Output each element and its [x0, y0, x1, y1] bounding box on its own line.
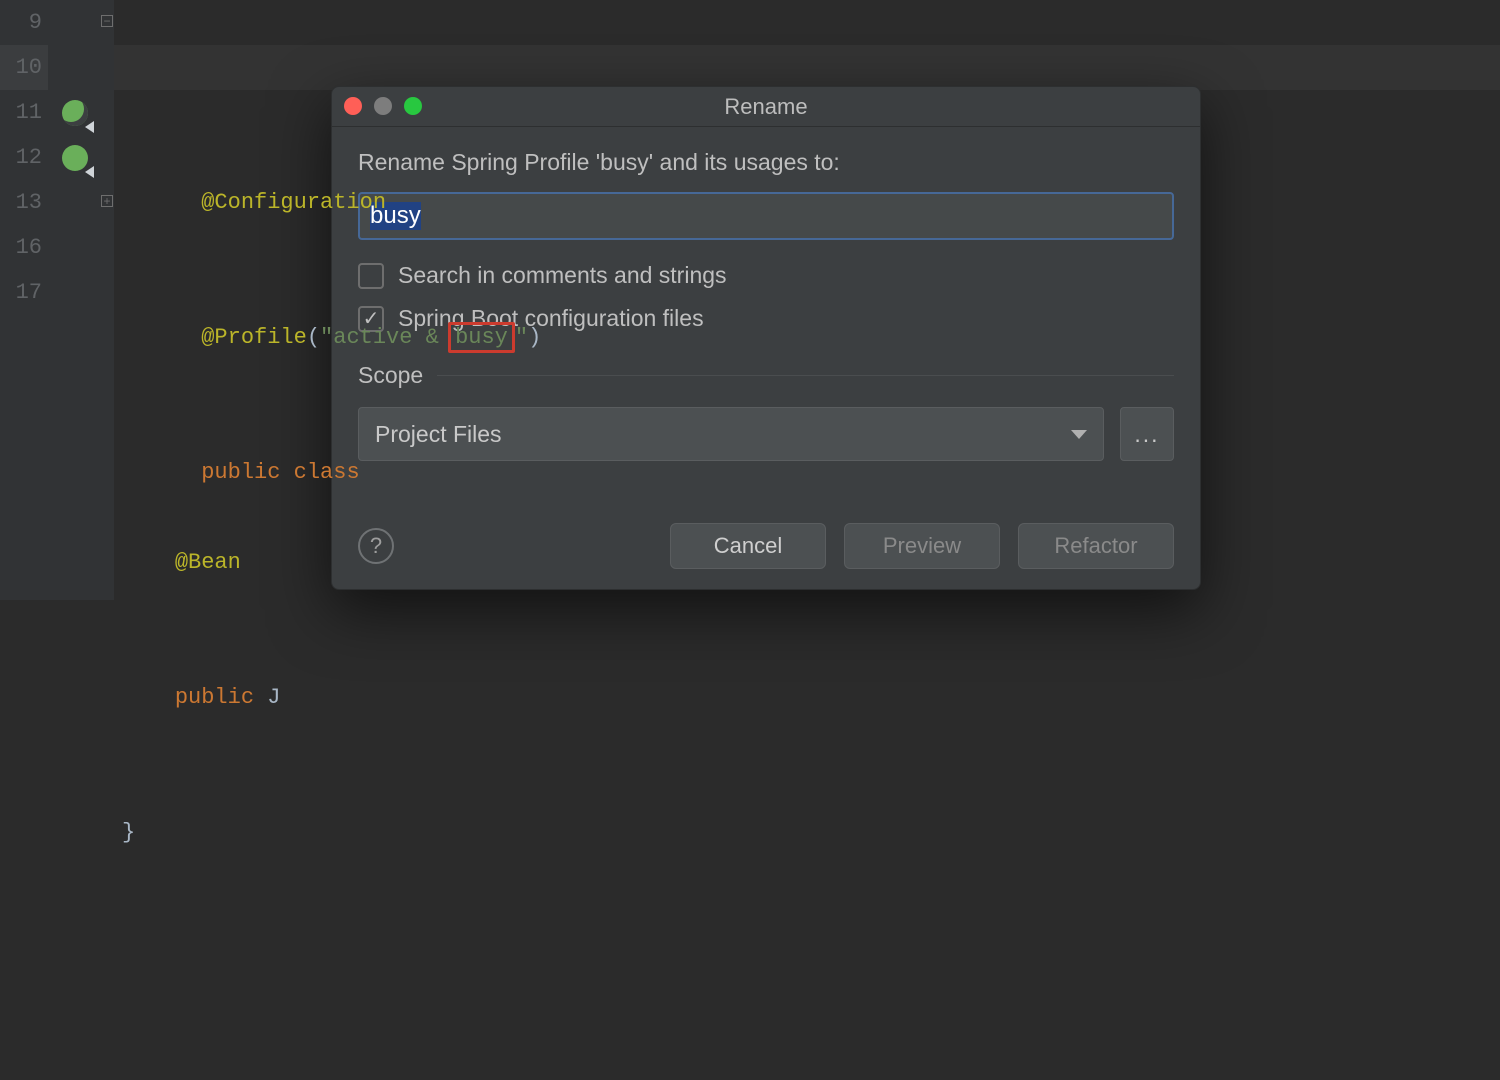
brace: } — [122, 820, 135, 845]
divider — [437, 375, 1174, 376]
line-number: 17 — [0, 270, 48, 315]
code-text: J — [254, 685, 280, 710]
string-quote: " — [515, 325, 528, 350]
paren: ( — [307, 325, 320, 350]
rename-input[interactable] — [358, 192, 1174, 240]
string-quote: " — [320, 325, 333, 350]
close-icon[interactable] — [344, 97, 362, 115]
annotation: @Configuration — [201, 190, 386, 215]
line-number-gutter: 9 10 11 12 13 16 17 — [0, 0, 48, 600]
spring-bean-icon[interactable] — [48, 90, 100, 135]
line-number: 13 — [0, 180, 48, 225]
scope-label: Scope — [358, 362, 423, 389]
line-number: 11 — [0, 90, 48, 135]
dialog-titlebar[interactable]: Rename — [332, 87, 1200, 127]
line-number: 9 — [0, 0, 48, 45]
line-number: 10 — [0, 45, 48, 90]
annotation: @Profile — [201, 325, 307, 350]
line-number: 12 — [0, 135, 48, 180]
paren: ) — [528, 325, 541, 350]
spring-bean-icon[interactable] — [48, 135, 100, 180]
window-controls — [344, 97, 422, 115]
fold-toggle-icon[interactable]: + — [101, 195, 113, 207]
minimize-icon[interactable] — [374, 97, 392, 115]
string-literal: active & — [333, 325, 452, 350]
icon-gutter — [48, 0, 100, 600]
fold-gutter: − + — [100, 0, 114, 600]
zoom-icon[interactable] — [404, 97, 422, 115]
keyword: public class — [201, 460, 359, 485]
dialog-title: Rename — [332, 94, 1200, 120]
annotation: @Bean — [175, 550, 241, 575]
rename-target-highlight: busy — [448, 322, 515, 353]
caret-line-highlight — [114, 45, 1500, 90]
line-number: 16 — [0, 225, 48, 270]
keyword: public — [175, 685, 254, 710]
fold-toggle-icon[interactable]: − — [101, 15, 113, 27]
